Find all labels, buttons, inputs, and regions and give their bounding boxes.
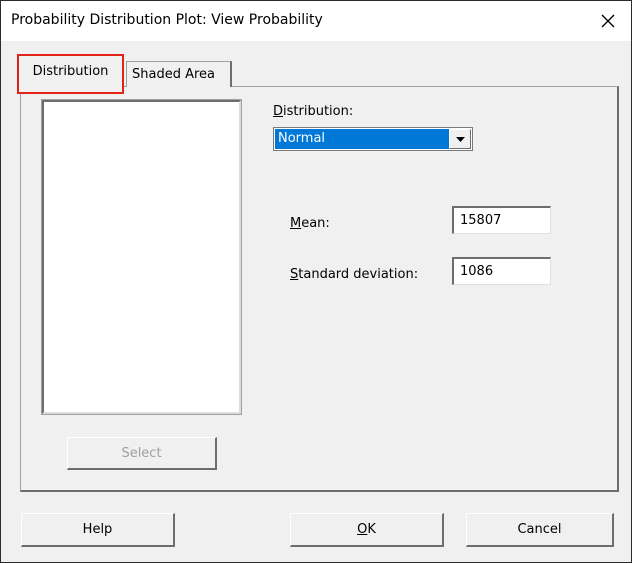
ok-button[interactable]: OK (290, 513, 444, 547)
dropdown-arrow-button[interactable] (449, 129, 471, 149)
variable-listbox[interactable] (41, 99, 242, 415)
window-title: Probability Distribution Plot: View Prob… (11, 12, 323, 28)
select-button: Select (67, 437, 217, 470)
distribution-label-rest: istribution: (283, 104, 354, 119)
close-icon (601, 9, 615, 33)
std-dev-label-rest: tandard deviation: (298, 267, 419, 282)
mean-label-rest: ean: (301, 216, 330, 231)
distribution-dropdown[interactable]: Normal (273, 127, 473, 151)
distribution-selected-value: Normal (275, 129, 449, 149)
tab-shaded-area-label: Shaded Area (132, 67, 216, 82)
tab-distribution[interactable]: Distribution (17, 54, 124, 94)
close-button[interactable] (585, 1, 631, 41)
ok-button-label: OK (357, 522, 376, 537)
help-button[interactable]: Help (21, 513, 175, 547)
mean-label: Mean: (290, 216, 330, 231)
std-dev-input[interactable] (452, 257, 551, 285)
std-dev-label: Standard deviation: (290, 267, 419, 282)
dialog-window: Probability Distribution Plot: View Prob… (0, 0, 632, 563)
cancel-button[interactable]: Cancel (466, 513, 614, 547)
tab-shaded-area[interactable]: Shaded Area (126, 61, 232, 87)
tab-distribution-label: Distribution (32, 64, 109, 79)
mean-input[interactable] (452, 206, 551, 234)
select-button-label: Select (121, 445, 162, 461)
title-bar: Probability Distribution Plot: View Prob… (1, 1, 631, 41)
distribution-label: Distribution: (273, 104, 354, 119)
cancel-button-label: Cancel (517, 522, 562, 537)
help-button-label: Help (82, 522, 113, 537)
chevron-down-icon (455, 132, 465, 147)
